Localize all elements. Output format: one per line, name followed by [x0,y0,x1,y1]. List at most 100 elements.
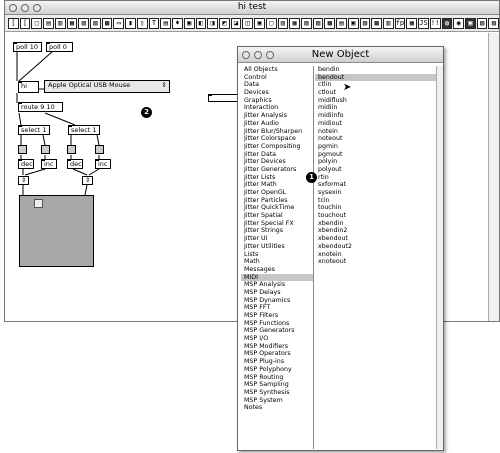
toolbar-tool-icon[interactable]: ▩ [324,17,336,29]
toolbar-tool-icon[interactable]: ▩ [101,17,113,29]
dialog-title-bar[interactable]: New Object [238,47,443,63]
select-1-object-b[interactable]: select 1 [68,125,100,135]
toolbar-tool-icon[interactable]: JS [418,17,429,29]
toolbar-tool-icon[interactable]: ▭ [113,17,125,29]
category-item[interactable]: MSP Filters [241,312,313,320]
category-item[interactable]: Jitter Generators [241,166,313,174]
toolbar-tool-icon[interactable]: ▨ [359,17,371,29]
toolbar-tool-icon[interactable]: ◪ [230,17,242,29]
position-pad[interactable] [19,195,94,267]
category-item[interactable]: Jitter Compositing [241,143,313,151]
category-item[interactable]: MSP Analysis [241,281,313,289]
object-item[interactable]: xbendout2 [315,243,436,251]
category-item[interactable]: Jitter Particles [241,197,313,205]
route-object[interactable]: route 9 10 [18,102,63,112]
toolbar-tool-icon[interactable]: ▧ [300,17,312,29]
object-item[interactable]: midiflush [315,97,436,105]
category-item[interactable]: MSP Generators [241,327,313,335]
category-item[interactable]: Jitter Devices [241,158,313,166]
toolbar-tool-icon[interactable]: ▣ [347,17,359,29]
number-box-b[interactable]: ⇕ [82,176,93,185]
object-item[interactable]: xbendin2 [315,227,436,235]
toolbar-tool-icon[interactable]: ▥ [383,17,394,29]
toolbar-tool-icon[interactable]: ♦ [172,17,183,29]
object-item[interactable]: xnotein [315,251,436,259]
object-item[interactable]: sxformat [315,181,436,189]
toolbar-tool-icon[interactable]: [ [19,17,31,29]
toolbar-tool-icon[interactable]: ◉ [453,17,465,29]
category-item[interactable]: Jitter Colorspace [241,135,313,143]
object-item[interactable]: noteout [315,135,436,143]
poll-0-message[interactable]: poll 0 [46,42,73,52]
title-bar[interactable]: hi test [5,1,499,15]
toolbar-tool-icon[interactable]: ▤ [43,17,54,29]
toolbar-tool-icon[interactable]: ▤ [160,17,172,29]
object-item[interactable]: midiout [315,120,436,128]
toolbar-tool-icon[interactable]: ▢ [265,17,277,29]
toolbar-tool-icon[interactable]: ▦ [289,17,300,29]
toolbar-tool-icon[interactable]: ▧ [78,17,90,29]
toolbar-tool-icon[interactable]: ▦ [66,17,78,29]
category-item[interactable]: MSP Routing [241,374,313,382]
category-item[interactable]: Notes [241,404,313,412]
toolbar-tool-icon[interactable]: ▨ [312,17,324,29]
category-item[interactable]: Jitter OpenGL [241,189,313,197]
category-item[interactable]: Jitter Spatial [241,212,313,220]
category-item[interactable]: Math [241,258,313,266]
category-item[interactable]: MSP Sampling [241,381,313,389]
toolbar-tool-icon[interactable]: ▮ [125,17,136,29]
category-item[interactable]: Jitter Strings [241,227,313,235]
category-item[interactable]: Jitter Utilities [241,243,313,251]
bang-c[interactable] [67,145,76,154]
object-item[interactable]: bendout [315,73,436,82]
object-item[interactable]: xbendout [315,235,436,243]
category-item[interactable]: Messages [241,266,313,274]
category-item[interactable]: MSP Polyphony [241,366,313,374]
object-list[interactable]: bendin bendout ctlin ctlout midiflush midiin m… [315,66,436,449]
category-item[interactable]: Devices [241,89,313,97]
category-item[interactable]: Jitter Audio [241,120,313,128]
category-item[interactable]: Lists [241,251,313,259]
bang-b[interactable] [41,145,50,154]
toolbar-tool-icon[interactable]: [ [8,17,19,29]
category-item[interactable]: Jitter Math [241,181,313,189]
toolbar-tool-icon[interactable]: ◫ [242,17,254,29]
category-item[interactable]: MIDI [241,273,313,282]
category-item[interactable]: MSP Operators [241,350,313,358]
category-item[interactable]: MSP FFT [241,304,313,312]
object-item[interactable]: sysexin [315,189,436,197]
toolbar-tool-icon[interactable]: ◍ [441,17,453,29]
select-1-object-a[interactable]: select 1 [18,125,50,135]
category-item[interactable]: Jitter Blur/Sharpen [241,128,313,136]
toolbar-tool-icon[interactable]: T [148,17,160,29]
object-item[interactable]: polyout [315,166,436,174]
category-list[interactable]: All Objects Control Data Devices Graphics Int… [241,66,314,449]
category-item[interactable]: MSP Dynamics [241,297,313,305]
category-item[interactable]: Jitter Analysis [241,112,313,120]
bang-a[interactable] [18,145,27,154]
object-item[interactable]: touchout [315,212,436,220]
object-item[interactable]: bendin [315,66,436,74]
toolbar-tool-icon[interactable]: ◩ [218,17,230,29]
category-item[interactable]: MSP Modifiers [241,343,313,351]
vertical-scrollbar[interactable] [488,33,499,321]
category-item[interactable]: Jitter Lists [241,174,313,182]
category-item[interactable]: MSP System [241,397,313,405]
category-item[interactable]: Control [241,74,313,82]
number-box-a[interactable]: ⇕ [18,176,29,185]
category-item[interactable]: MSP I/O [241,335,313,343]
toolbar-tool-icon[interactable]: ▨ [90,17,101,29]
category-item[interactable]: Jitter QuickTime [241,204,313,212]
object-item[interactable]: midiin [315,104,436,112]
object-item[interactable]: pgmin [315,143,436,151]
toolbar-tool-icon[interactable]: ▩ [371,17,382,29]
bang-d[interactable] [95,145,104,154]
object-item[interactable]: pgmout [315,151,436,159]
inc-object-a[interactable]: inc [41,159,57,169]
toolbar-tool-icon[interactable]: ◧ [195,17,207,29]
category-item[interactable]: Graphics [241,97,313,105]
toolbar-tool-icon[interactable]: ▣ [254,17,265,29]
toolbar-tool-icon[interactable]: ▣ [183,17,195,29]
device-menu[interactable]: Apple Optical USB Mouse ⇕ [44,80,170,93]
object-item[interactable]: xnoteout [315,258,436,266]
